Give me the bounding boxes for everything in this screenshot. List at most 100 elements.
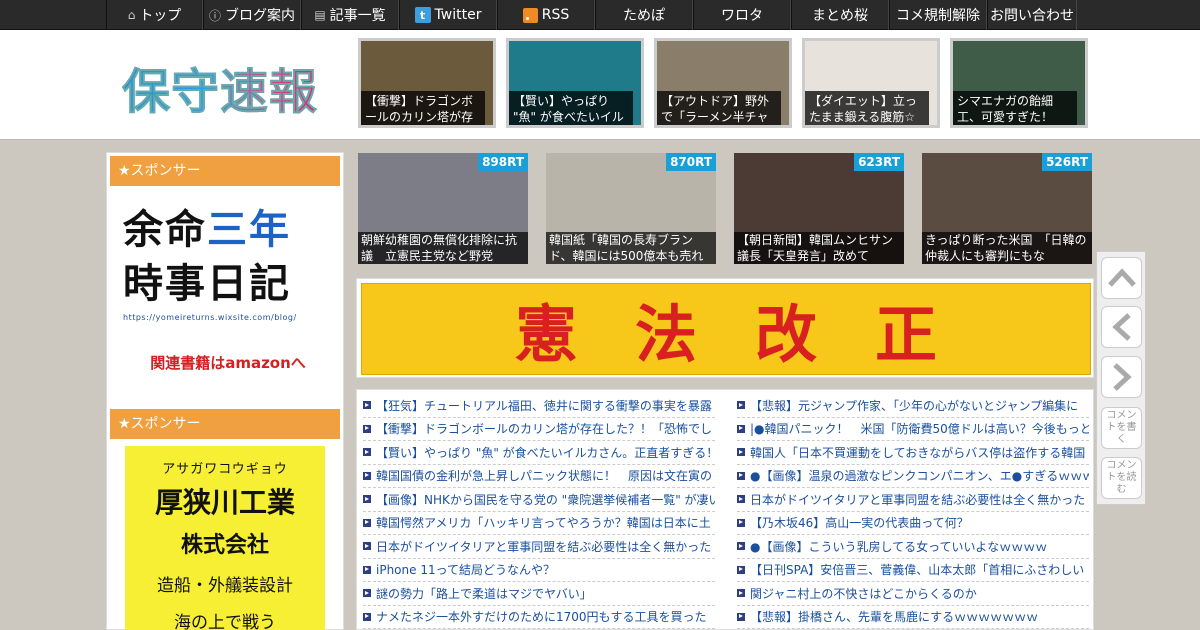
ad-title-line2: 時事日記 xyxy=(123,261,291,307)
article-title: ●【画像】温泉の過激なピンクコンパニオン、エ●すぎるｗｗｗ xyxy=(750,469,1089,484)
header-thumb[interactable]: 【ダイエット】立ったまま鍛える腹筋☆ xyxy=(802,38,940,128)
header-thumbnails: 【衝撃】ドラゴンボールのカリン塔が存 【賢い】やっぱり "魚" が食べたいイル … xyxy=(358,38,1088,128)
article-title: 謎の勢力「路上で柔道はマジでヤバい」 xyxy=(376,586,592,601)
article-list-item[interactable]: ●【画像】こういう乳房してる女っていいよなｗｗｗｗ xyxy=(737,535,1089,559)
comment-read-button[interactable]: コメントを読む xyxy=(1101,457,1142,499)
article-list-item[interactable]: 韓国愕然アメリカ「ハッキリ言ってやろうか？韓国は日本に土 xyxy=(363,512,715,535)
twitter-icon: t xyxy=(414,7,431,23)
sponsor-ad-asagawa[interactable]: アサガワコウギョウ 厚狭川工業 株式会社 造船・外艤装設計 海の上で戦う xyxy=(125,446,325,630)
ranking-card[interactable]: 870RT 韓国紙「韓国の長寿ブランド、韓国には500億本も売れ xyxy=(546,153,716,264)
article-list-item[interactable]: 【狂気】チュートリアル福田、徳井に関する衝撃の事実を暴露 xyxy=(363,394,715,418)
nav-item-tamepo[interactable]: ためぽ xyxy=(595,0,693,30)
comment-write-button[interactable]: コメントを書く xyxy=(1101,407,1142,449)
article-list-item[interactable]: |●韓国パニック！ 米国「防衛費50億ドルは高い？今後もっと xyxy=(737,418,1089,441)
constitution-banner[interactable]: 憲 法 改 正 xyxy=(356,278,1094,378)
nav-item-blog-guide[interactable]: ⓘ ブログ案内 xyxy=(203,0,301,30)
nav-label: コメ規制解除 xyxy=(896,8,980,24)
ad-title-part: 余命 xyxy=(123,207,207,253)
bullet-arrow-icon xyxy=(363,495,371,504)
article-list-item[interactable]: 謎の勢力「路上で柔道はマジでヤバい」 xyxy=(363,582,715,606)
nav-item-rss[interactable]: RSS xyxy=(497,0,595,30)
thumb-caption: 【アウトドア】野外で「ラーメン半チャ xyxy=(657,91,781,125)
article-title: ●【画像】こういう乳房してる女っていいよなｗｗｗｗ xyxy=(750,539,1048,554)
article-list-item[interactable]: 日本がドイツイタリアと軍事同盟を結ぶ必要性は全く無かった xyxy=(363,535,715,559)
thumb-caption: 【賢い】やっぱり "魚" が食べたいイル xyxy=(509,91,633,125)
nav-item-comment-unblock[interactable]: コメ規制解除 xyxy=(889,0,987,30)
article-title: 韓国人「日本不買運動をしておきながらバス停は盗作する韓国 xyxy=(750,445,1086,460)
ad-url: https://yomeireturns.wixsite.com/blog/ xyxy=(123,313,297,322)
nav-label: トップ xyxy=(139,8,182,24)
nav-label: 記事一覧 xyxy=(329,8,386,24)
article-list-item[interactable]: 韓国人「日本不買運動をしておきながらバス停は盗作する韓国 xyxy=(737,441,1089,465)
nav-item-top[interactable]: ⌂ トップ xyxy=(106,0,203,30)
article-title: 【画像】NHKから国民を守る党の "衆院選挙候補者一覧" が凄い xyxy=(376,492,715,507)
ad-amazon-link[interactable]: 関連書籍はamazonへ xyxy=(123,352,333,373)
article-list-item[interactable]: 日本がドイツイタリアと軍事同盟を結ぶ必要性は全く無かった xyxy=(737,488,1089,512)
article-list-item[interactable]: 【乃木坂46】高山一実の代表曲って何？ xyxy=(737,512,1089,535)
button-label: コメントを書く xyxy=(1106,410,1137,445)
article-list-item[interactable]: iPhone 11って結局どうなんや？ xyxy=(363,559,715,582)
article-list-item[interactable]: ナメたネジ一本外すだけのために1700円もする工具を買った xyxy=(363,606,715,629)
header-thumb[interactable]: 【賢い】やっぱり "魚" が食べたいイル xyxy=(506,38,644,128)
nav-label: まとめ桜 xyxy=(812,8,868,24)
site-logo[interactable]: 保守速報 xyxy=(122,52,318,122)
nav-label: ためぽ xyxy=(623,8,665,24)
nav-item-matome-sakura[interactable]: まとめ桜 xyxy=(791,0,889,30)
ranking-card[interactable]: 526RT きっぱり断った米国 「日韓の仲裁人にも審判にもな xyxy=(922,153,1092,264)
bullet-arrow-icon xyxy=(737,495,745,504)
bullet-arrow-icon xyxy=(363,471,371,480)
ad-title-line1: 余命三年 xyxy=(123,203,333,257)
nav-label: ワロタ xyxy=(721,8,763,24)
article-list-item[interactable]: 韓国国債の金利が急上昇しパニック状態に！ 原因は文在寅の xyxy=(363,465,715,488)
thumb-caption: 【衝撃】ドラゴンボールのカリン塔が存 xyxy=(361,91,485,125)
scroll-top-button[interactable] xyxy=(1101,257,1142,299)
bullet-arrow-icon xyxy=(363,612,371,621)
article-title: 日本がドイツイタリアと軍事同盟を結ぶ必要性は全く無かった xyxy=(750,492,1086,507)
article-list-item[interactable]: 【悲報】元ジャンプ作家、「少年の心がないとジャンプ編集に xyxy=(737,394,1089,418)
article-list-item[interactable]: 【日刊SPA】安倍晋三、菅義偉、山本太郎「首相にふさわしい xyxy=(737,559,1089,582)
header-thumb[interactable]: 【アウトドア】野外で「ラーメン半チャ xyxy=(654,38,792,128)
article-list-item[interactable]: 【賢い】やっぱり "魚" が食べたいイルカさん。正直者すぎる！ xyxy=(363,441,715,465)
next-article-button[interactable] xyxy=(1101,356,1142,398)
header-thumb[interactable]: シマエナガの飴細工、可愛すぎた！ xyxy=(950,38,1088,128)
article-list-item[interactable]: ●【画像】温泉の過激なピンクコンパニオン、エ●すぎるｗｗｗ xyxy=(737,465,1089,488)
article-list-item[interactable]: 【衝撃】ドラゴンボールのカリン塔が存在した？！「恐怖でし xyxy=(363,418,715,441)
article-list-item[interactable]: 関ジャニ村上の不快さはどこからくるのか xyxy=(737,582,1089,606)
ad-service: 造船・外艤装設計 xyxy=(157,576,293,596)
article-title: 【乃木坂46】高山一実の代表曲って何？ xyxy=(750,516,969,531)
bullet-arrow-icon xyxy=(363,401,371,410)
article-title: 【衝撃】ドラゴンボールのカリン塔が存在した？！「恐怖でし xyxy=(376,422,713,437)
ranking-caption: きっぱり断った米国 「日韓の仲裁人にも審判にもな xyxy=(922,232,1092,264)
article-title: ナメたネジ一本外すだけのために1700円もする工具を買った xyxy=(376,610,707,625)
article-title: 【日刊SPA】安倍晋三、菅義偉、山本太郎「首相にふさわしい xyxy=(750,563,1085,578)
nav-item-warota[interactable]: ワロタ xyxy=(693,0,791,30)
prev-article-button[interactable] xyxy=(1101,306,1142,348)
site-header: 保守速報 【衝撃】ドラゴンボールのカリン塔が存 【賢い】やっぱり "魚" が食べ… xyxy=(0,30,1200,140)
info-icon: ⓘ xyxy=(208,8,221,23)
ranking-caption: 韓国紙「韓国の長寿ブランド、韓国には500億本も売れ xyxy=(546,232,716,264)
banner-char: 法 xyxy=(634,298,697,371)
banner-inner: 憲 法 改 正 xyxy=(361,283,1091,375)
article-list-item[interactable]: 【悲報】掛橋さん、先輩を馬鹿にするｗｗｗｗｗｗｗ xyxy=(737,606,1089,629)
bullet-arrow-icon xyxy=(737,542,745,551)
ad-company-name: 厚狭川工業 xyxy=(154,486,295,519)
list-icon: ▤ xyxy=(314,8,326,22)
nav-item-contact[interactable]: お問い合わせ xyxy=(987,0,1077,30)
ranking-card[interactable]: 898RT 朝鮮幼稚園の無償化排除に抗議 立憲民主党など野党 xyxy=(358,153,528,264)
bullet-arrow-icon xyxy=(363,518,371,527)
nav-item-article-list[interactable]: ▤ 記事一覧 xyxy=(301,0,399,30)
thumb-caption: 【ダイエット】立ったまま鍛える腹筋☆ xyxy=(805,91,929,125)
article-list-item[interactable]: 【画像】NHKから国民を守る党の "衆院選挙候補者一覧" が凄い xyxy=(363,488,715,512)
article-title: 【悲報】掛橋さん、先輩を馬鹿にするｗｗｗｗｗｗｗ xyxy=(750,610,1039,625)
bullet-arrow-icon xyxy=(363,589,371,598)
ranking-card[interactable]: 623RT 【朝日新聞】韓国ムンヒサン議長「天皇発言」改めて xyxy=(734,153,904,264)
nav-item-twitter[interactable]: t Twitter xyxy=(399,0,497,30)
article-title: 【狂気】チュートリアル福田、徳井に関する衝撃の事実を暴露 xyxy=(376,398,712,413)
header-thumb[interactable]: 【衝撃】ドラゴンボールのカリン塔が存 xyxy=(358,38,496,128)
article-column-left: 【狂気】チュートリアル福田、徳井に関する衝撃の事実を暴露 【衝撃】ドラゴンボールの… xyxy=(363,394,715,629)
bullet-arrow-icon xyxy=(363,448,371,457)
article-title: 日本がドイツイタリアと軍事同盟を結ぶ必要性は全く無かった xyxy=(376,539,712,554)
article-title: 韓国国債の金利が急上昇しパニック状態に！ 原因は文在寅の xyxy=(376,469,713,484)
sponsor-ad-yomei[interactable]: 余命三年 時事日記 https://yomeireturns.wixsite.c… xyxy=(123,203,333,383)
banner-char: 正 xyxy=(875,298,938,371)
